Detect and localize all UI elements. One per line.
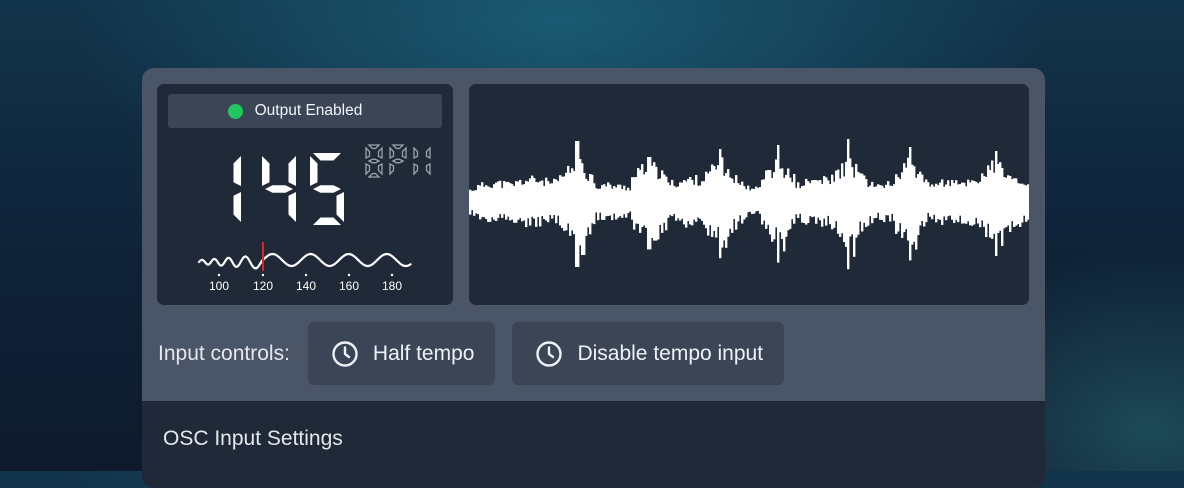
segment-char [233, 156, 241, 222]
bpm-display: Output Enabled 100 120 140 160 180 [157, 84, 453, 305]
tempo-scale: 100 120 140 160 180 [197, 242, 412, 293]
segment-char [262, 156, 296, 222]
waveform-bar [1027, 184, 1029, 220]
disable-tempo-input-label: Disable tempo input [577, 341, 764, 365]
audio-waveform [469, 139, 1029, 270]
clock-icon [536, 340, 563, 367]
osc-settings-title: OSC Input Settings [163, 427, 343, 450]
segment-char [389, 144, 407, 176]
clock-icon [332, 340, 358, 367]
scale-tick-label: 140 [296, 279, 316, 293]
scale-tick-label: 180 [382, 279, 402, 293]
scale-tick [347, 273, 351, 277]
scale-tick [261, 273, 265, 277]
scale-tick [217, 273, 221, 277]
tempo-panel: Output Enabled 100 120 140 160 180 Input con… [142, 68, 1045, 488]
bpm-digits [233, 153, 344, 225]
segment-char [413, 146, 431, 176]
scale-tick-label: 160 [339, 279, 359, 293]
scale-tick [390, 273, 394, 277]
input-controls: Input controls: Half tempo Disable tempo… [158, 322, 801, 385]
disable-tempo-input-button[interactable]: Disable tempo input [512, 322, 785, 385]
segment-char [365, 144, 383, 178]
waveform-bars [469, 139, 1029, 270]
segment-char [310, 153, 344, 225]
scale-tick [304, 273, 308, 277]
bpm-readout: 100 120 140 160 180 [197, 144, 431, 293]
waveform-display [469, 84, 1029, 305]
tempo-curve [197, 252, 412, 270]
scale-tick-label: 120 [253, 279, 273, 293]
scale-tick-label: 100 [209, 279, 229, 293]
input-controls-label: Input controls: [158, 341, 290, 365]
half-tempo-button[interactable]: Half tempo [307, 322, 496, 385]
bpm-unit [365, 144, 431, 178]
osc-input-settings: OSC Input Settings [142, 401, 1045, 488]
half-tempo-label: Half tempo [372, 341, 475, 365]
